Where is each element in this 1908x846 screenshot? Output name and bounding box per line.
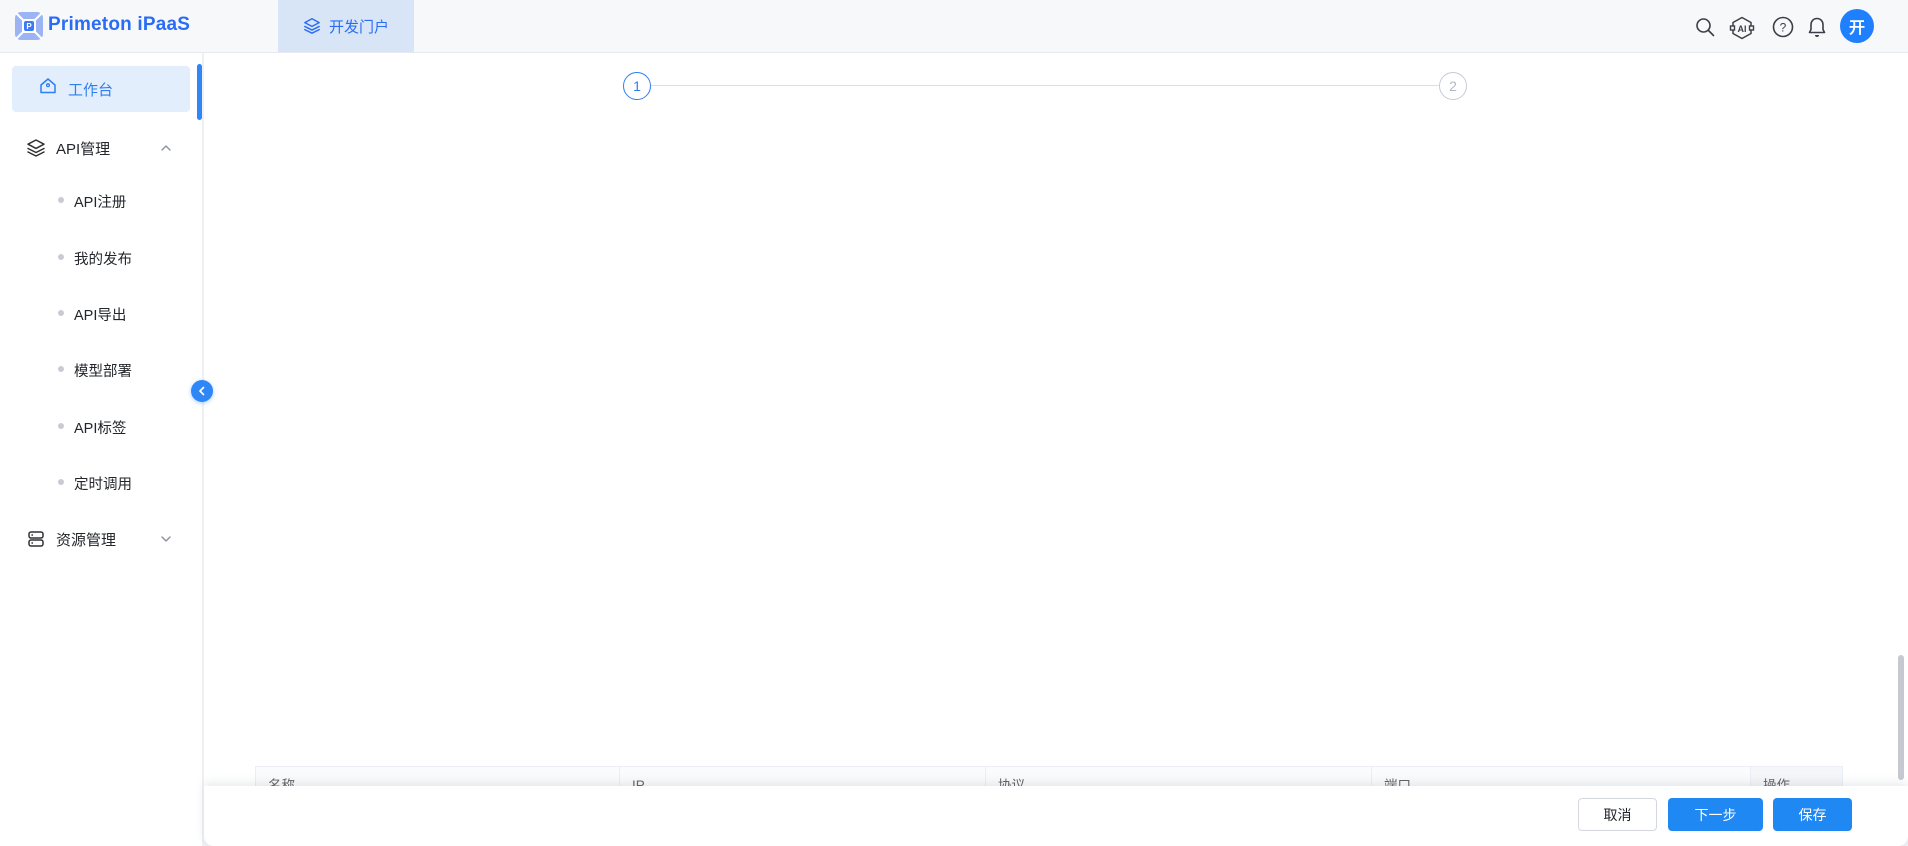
sidebar-item-label: API导出 xyxy=(74,304,126,325)
save-button[interactable]: 保存 xyxy=(1773,798,1852,831)
svg-text:?: ? xyxy=(1780,21,1787,35)
home-icon xyxy=(38,76,58,96)
sidebar-group-api-management[interactable]: API管理 xyxy=(0,128,202,168)
sidebar-item-label: 模型部署 xyxy=(74,360,132,381)
main-content xyxy=(204,53,1908,786)
tab-dev-portal-label: 开发门户 xyxy=(329,16,389,37)
sidebar-group-label: API管理 xyxy=(56,138,110,159)
step-number: 1 xyxy=(633,78,641,94)
user-avatar[interactable]: 开 xyxy=(1840,9,1874,43)
bullet-icon xyxy=(58,197,64,203)
sidebar-item-scheduled-call[interactable]: 定时调用 xyxy=(0,465,202,499)
bullet-icon xyxy=(58,254,64,260)
sidebar-item-api-export[interactable]: API导出 xyxy=(0,296,202,330)
step-2-circle: 2 xyxy=(1439,72,1467,100)
bullet-icon xyxy=(58,310,64,316)
top-header: P Primeton iPaaS 开发门户 AI ? xyxy=(0,0,1908,53)
sidebar-collapse-button[interactable] xyxy=(191,380,213,402)
search-icon[interactable] xyxy=(1693,15,1717,39)
layers-icon xyxy=(303,17,321,35)
sidebar-item-api-tags[interactable]: API标签 xyxy=(0,409,202,443)
tab-dev-portal[interactable]: 开发门户 xyxy=(278,0,414,52)
help-icon[interactable]: ? xyxy=(1771,15,1795,39)
sidebar: 工作台 API管理 API注册 我的发布 API导 xyxy=(0,52,202,846)
footer-action-bar: 取消 下一步 保存 xyxy=(204,786,1908,846)
sidebar-scrollbar-thumb[interactable] xyxy=(197,64,202,120)
sidebar-item-label: 工作台 xyxy=(68,79,113,100)
sidebar-item-label: 我的发布 xyxy=(74,248,132,269)
ai-assistant-icon[interactable]: AI xyxy=(1729,15,1753,39)
sidebar-item-label: 定时调用 xyxy=(74,473,132,494)
bullet-icon xyxy=(58,366,64,372)
sidebar-item-workbench[interactable]: 工作台 xyxy=(12,66,190,112)
svg-text:AI: AI xyxy=(1738,24,1747,34)
step-1-circle: 1 xyxy=(623,72,651,100)
database-icon xyxy=(26,529,46,549)
sidebar-item-model-deploy[interactable]: 模型部署 xyxy=(0,352,202,386)
bullet-icon xyxy=(58,479,64,485)
content-scrollbar-thumb[interactable] xyxy=(1898,655,1904,780)
sidebar-item-my-publish[interactable]: 我的发布 xyxy=(0,240,202,274)
bullet-icon xyxy=(58,423,64,429)
sidebar-group-label: 资源管理 xyxy=(56,529,116,550)
layers-icon xyxy=(26,138,46,158)
step-number: 2 xyxy=(1449,78,1457,94)
chevron-up-icon xyxy=(160,142,172,154)
chevron-down-icon xyxy=(160,533,172,545)
svg-text:P: P xyxy=(26,22,32,31)
brand-logo-icon: P xyxy=(14,11,44,41)
sidebar-group-resource-management[interactable]: 资源管理 xyxy=(0,519,202,559)
stepper-connector xyxy=(650,85,1439,86)
notification-bell-icon[interactable] xyxy=(1805,15,1829,39)
chevron-left-icon xyxy=(197,386,207,396)
sidebar-item-api-register[interactable]: API注册 xyxy=(0,183,202,217)
sidebar-item-label: API注册 xyxy=(74,191,126,212)
next-step-button[interactable]: 下一步 xyxy=(1668,798,1763,831)
app-screen: P Primeton iPaaS 开发门户 AI ? xyxy=(0,0,1908,846)
cancel-button[interactable]: 取消 xyxy=(1578,798,1657,831)
sidebar-item-label: API标签 xyxy=(74,417,126,438)
brand-title: Primeton iPaaS xyxy=(48,14,190,36)
